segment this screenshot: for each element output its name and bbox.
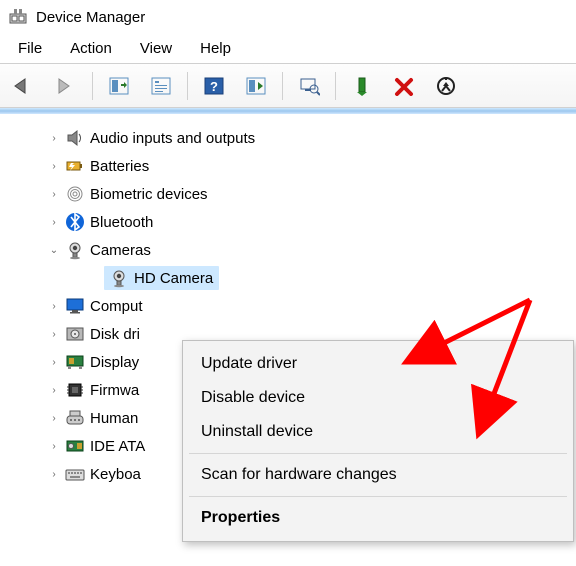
tree-item-label: Display [90,354,139,371]
forward-button[interactable] [46,68,86,104]
toolbar-separator [282,72,283,100]
tree-item[interactable]: ⌄ Cameras [8,236,568,264]
context-menu-item[interactable]: Scan for hardware changes [183,458,573,492]
hid-icon [64,407,86,429]
disable-button[interactable] [426,68,466,104]
tree-item[interactable]: HD Camera [8,264,568,292]
context-menu-item[interactable]: Update driver [183,347,573,381]
tree-item-label: IDE ATA [90,438,145,455]
tree-item-label: Disk dri [90,326,140,343]
monitor-icon [64,295,86,317]
back-button[interactable] [4,68,44,104]
chevron-right-icon[interactable]: › [46,329,62,340]
chevron-right-icon[interactable]: › [46,469,62,480]
show-hidden-button[interactable] [99,68,139,104]
chevron-right-icon[interactable]: › [46,385,62,396]
tree-item-label: Cameras [90,242,151,259]
bluetooth-icon [64,211,86,233]
toolbar-separator [335,72,336,100]
menu-file[interactable]: File [4,36,56,61]
context-menu: Update driverDisable deviceUninstall dev… [182,340,574,542]
svg-text:?: ? [210,79,218,94]
chip-icon [64,379,86,401]
titlebar: Device Manager [0,0,576,34]
tree-item-label: Keyboa [90,466,141,483]
window-title: Device Manager [36,9,145,26]
scan-button[interactable] [236,68,276,104]
chevron-right-icon[interactable]: › [46,133,62,144]
chevron-down-icon[interactable]: ⌄ [46,245,62,256]
chevron-right-icon[interactable]: › [46,413,62,424]
tree-item[interactable]: › Comput [8,292,568,320]
tree-item-label: Bluetooth [90,214,153,231]
chevron-right-icon[interactable]: › [46,189,62,200]
tree-item[interactable]: › Biometric devices [8,180,568,208]
uninstall-button[interactable] [384,68,424,104]
chevron-right-icon[interactable]: › [46,357,62,368]
tree-item-label: Firmwa [90,382,139,399]
properties-button[interactable] [141,68,181,104]
menu-view[interactable]: View [126,36,186,61]
context-menu-item[interactable]: Properties [183,501,573,535]
context-menu-separator [189,496,567,497]
menu-action[interactable]: Action [56,36,126,61]
context-menu-separator [189,453,567,454]
chevron-right-icon[interactable]: › [46,161,62,172]
tree-item-label: Audio inputs and outputs [90,130,255,147]
help-button[interactable]: ? [194,68,234,104]
tree-item[interactable]: › Audio inputs and outputs [8,124,568,152]
tree-item[interactable]: › Bluetooth [8,208,568,236]
menu-help[interactable]: Help [186,36,245,61]
scan-hardware-button[interactable] [289,68,329,104]
chevron-right-icon[interactable]: › [46,301,62,312]
tree-item-label: Batteries [90,158,149,175]
tree-item-label: Human [90,410,138,427]
chevron-right-icon[interactable]: › [46,441,62,452]
fingerprint-icon [64,183,86,205]
app-icon [8,7,28,27]
toolbar-separator [187,72,188,100]
tree-item[interactable]: › Batteries [8,152,568,180]
camera-icon [108,267,130,289]
tree-item-label: HD Camera [134,270,213,287]
battery-icon [64,155,86,177]
display-adapter-icon [64,351,86,373]
keyboard-icon [64,463,86,485]
tree-item-label: Biometric devices [90,186,208,203]
context-menu-item[interactable]: Uninstall device [183,415,573,449]
menubar: File Action View Help [0,34,576,64]
ide-icon [64,435,86,457]
toolbar-separator [92,72,93,100]
camera-icon [64,239,86,261]
speaker-icon [64,127,86,149]
update-driver-button[interactable] [342,68,382,104]
toolbar: ? [0,64,576,108]
chevron-right-icon[interactable]: › [46,217,62,228]
tree-item-label: Comput [90,298,143,315]
context-menu-item[interactable]: Disable device [183,381,573,415]
disk-icon [64,323,86,345]
